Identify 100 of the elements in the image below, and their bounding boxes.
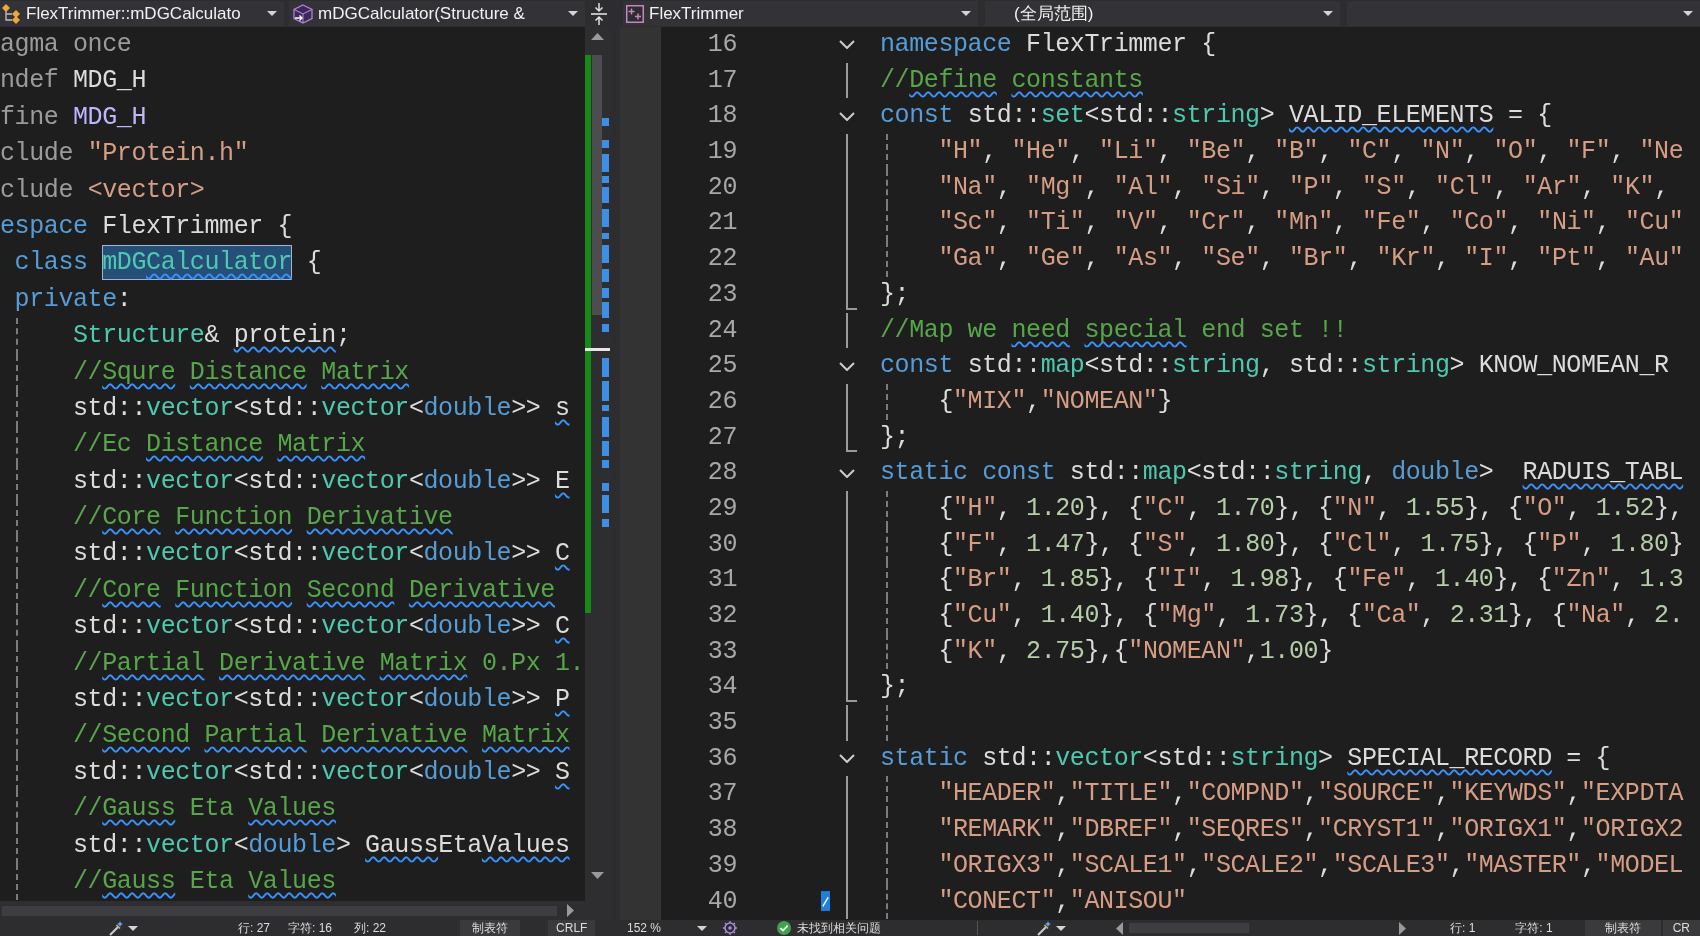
code-line: ndef MDG_H — [0, 65, 147, 98]
plus-square-icon — [626, 4, 644, 23]
code-line: }; — [880, 278, 910, 311]
line-number: 34 — [706, 671, 737, 704]
brush-icon — [1036, 920, 1053, 936]
code-line: //Core Function Derivative — [72, 502, 453, 535]
caret-icon — [267, 11, 277, 16]
code-line: namespace FlexTrimmer { — [880, 29, 1216, 61]
chevron-icon[interactable] — [839, 111, 855, 121]
indentation-button[interactable]: 制表符 — [1584, 920, 1661, 936]
code-cleanup-button[interactable] — [108, 920, 138, 936]
code-line: //Gauss Eta Values — [72, 793, 336, 826]
class-hierarchy-icon — [1, 3, 21, 24]
split-arrows-icon[interactable] — [591, 2, 607, 25]
code-line: }; — [880, 421, 910, 454]
navigation-dropdown[interactable]: FlexTrimmer::mDGCalculato — [0, 1, 284, 26]
code-line: //Define constants — [880, 64, 1143, 97]
code-line: //Second Partial Derivative Matrix — [72, 720, 570, 753]
code-line: const std::set<std::string> VALID_ELEMENTS = { — [880, 100, 1552, 133]
line-number: 37 — [706, 778, 737, 811]
scrollbar-thumb[interactable] — [592, 55, 602, 315]
code-line: //Squre Distance Matrix — [72, 356, 409, 389]
chevron-icon[interactable] — [839, 361, 855, 371]
code-cleanup-button[interactable] — [1036, 920, 1067, 936]
code-line: static const std::map<std::string, double> RADUIS_TABL — [880, 457, 1684, 490]
caret-icon — [128, 925, 138, 931]
code-line: clude <vector> — [0, 174, 205, 207]
line-number: 19 — [706, 136, 737, 169]
chevron-icon[interactable] — [839, 468, 855, 478]
code-line: "ORIGX3","SCALE1","SCALE2","SCALE3","MASTER","MODEL — [937, 849, 1684, 882]
code-line: std::vector<double> GaussEtaValues — [72, 829, 570, 862]
code-line: espace FlexTrimmer { — [0, 210, 293, 243]
line-number: 23 — [706, 278, 737, 311]
code-line: clude "Protein.h" — [0, 138, 249, 171]
chevron-icon[interactable] — [839, 40, 855, 50]
zoom-dropdown[interactable]: 152 % — [627, 920, 708, 936]
character-indicator[interactable]: 字符: 1 — [1515, 920, 1553, 936]
gear-icon[interactable] — [723, 921, 738, 935]
line-number: 18 — [706, 100, 737, 133]
check-circle-icon — [777, 921, 792, 935]
caret-icon — [1323, 11, 1333, 16]
line-number: 30 — [706, 528, 737, 561]
navigation-dropdown[interactable]: (全局范围) — [985, 1, 1340, 26]
column-indicator[interactable]: 列: 22 — [354, 920, 387, 936]
code-line: private: — [13, 283, 132, 316]
chevron-icon[interactable] — [839, 754, 855, 764]
scroll-right-icon[interactable] — [1399, 921, 1406, 935]
line-number: 38 — [706, 814, 737, 847]
line-number: 33 — [706, 635, 737, 668]
scroll-right-icon[interactable] — [567, 904, 574, 917]
code-line: {"Br", 1.85}, {"I", 1.98}, {"Fe", 1.40}, {"Zn", 1.3 — [937, 564, 1684, 597]
line-indicator[interactable]: 行: 1 — [1450, 920, 1476, 936]
line-ending-button[interactable]: CRLF — [548, 920, 596, 936]
code-line: "H", "He", "Li", "Be", "B", "C", "N", "O", "F", "Ne — [937, 136, 1684, 169]
code-line: //Core Function Second Derivative — [72, 574, 555, 607]
caret-icon — [1683, 11, 1693, 16]
code-line: const std::map<std::string, std::string> KNOW_NOMEAN_R — [880, 350, 1669, 383]
code-line: //Partial Derivative Matrix 0.Px 1. — [72, 647, 585, 680]
line-number: 17 — [706, 64, 737, 97]
navigation-dropdown[interactable]: mDGCalculator(Structure & — [289, 1, 585, 26]
caret-position-marker — [585, 348, 610, 351]
navigation-dropdown[interactable]: FlexTrimmer — [623, 1, 978, 26]
code-line: std::vector<std::vector<double>> E — [72, 465, 570, 498]
caret-icon — [1056, 925, 1067, 931]
code-line: std::vector<std::vector<double>> C — [72, 611, 570, 644]
line-number: 35 — [706, 707, 737, 740]
line-number: 27 — [706, 421, 737, 454]
line-number: 29 — [706, 492, 737, 525]
code-line: "HEADER","TITLE","COMPND","SOURCE","KEYWDS","EXPDTA — [937, 778, 1684, 811]
horizontal-scrollbar[interactable] — [1116, 921, 1406, 935]
code-line: {"K", 2.75},{"NOMEAN",1.00} — [937, 635, 1333, 668]
scroll-up-icon[interactable] — [591, 33, 604, 40]
code-line: std::vector<std::vector<double>> s — [72, 392, 570, 425]
line-number: 25 — [706, 350, 737, 383]
line-ending-button[interactable]: CR — [1662, 920, 1700, 936]
line-number: 31 — [706, 564, 737, 597]
code-line: std::vector<std::vector<double>> S — [72, 756, 570, 789]
line-number: 39 — [706, 849, 737, 882]
caret-icon — [568, 11, 578, 16]
issues-button[interactable]: 未找到相关问题 — [777, 920, 882, 936]
indentation-button[interactable]: 制表符 — [460, 920, 521, 936]
line-number: 28 — [706, 457, 737, 490]
code-line: //Gauss Eta Values — [72, 866, 336, 898]
code-line: //Map we need special end set !! — [880, 314, 1348, 347]
code-line: "Na", "Mg", "Al", "Si", "P", "S", "Cl", "Ar", "K", — [937, 171, 1669, 204]
scroll-left-icon[interactable] — [1116, 921, 1124, 935]
code-line: {"MIX","NOMEAN"} — [937, 385, 1173, 418]
line-number: 32 — [706, 600, 737, 632]
code-line: {"F", 1.47}, {"S", 1.80}, {"Cl", 1.75}, {"P", 1.80} — [937, 528, 1684, 561]
code-line: fine MDG_H — [0, 101, 147, 134]
line-number: 21 — [706, 207, 737, 240]
line-indicator[interactable]: 行: 27 — [238, 920, 270, 936]
scroll-down-icon[interactable] — [591, 872, 604, 879]
character-indicator[interactable]: 字符: 16 — [288, 920, 333, 936]
line-number: 16 — [706, 29, 737, 61]
code-line: Structure& protein; — [72, 320, 351, 353]
line-number: 26 — [706, 385, 737, 418]
code-line: "CONECT","ANISOU" — [937, 885, 1187, 918]
code-line: {"H", 1.20}, {"C", 1.70}, {"N", 1.55}, {"O", 1.52}, — [937, 492, 1684, 525]
brush-icon — [108, 920, 124, 936]
